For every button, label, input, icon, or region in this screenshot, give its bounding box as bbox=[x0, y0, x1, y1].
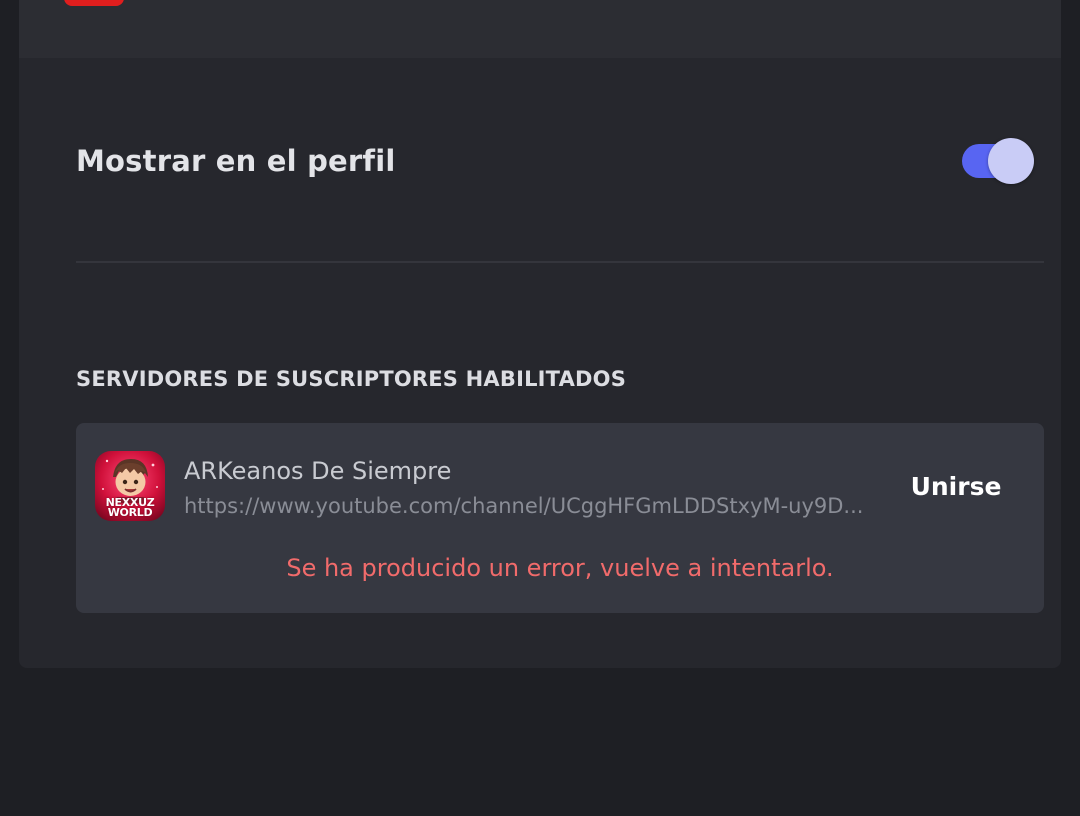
server-name: ARKeanos De Siempre bbox=[184, 457, 452, 485]
connection-header bbox=[19, 0, 1061, 58]
server-url: https://www.youtube.com/channel/UCggHFGm… bbox=[184, 494, 864, 518]
header-action-icon-shape bbox=[957, 0, 991, 4]
avatar-text-line2: WORLD bbox=[107, 506, 153, 519]
toggle-knob bbox=[988, 138, 1034, 184]
error-message: Se ha producido un error, vuelve a inten… bbox=[286, 554, 834, 582]
header-action-icon[interactable] bbox=[957, 0, 991, 4]
youtube-logo-icon bbox=[64, 0, 124, 6]
server-avatar: NEXXUZ WORLD bbox=[95, 451, 165, 521]
join-button[interactable]: Unirse bbox=[896, 463, 1016, 509]
subscriber-server-card: NEXXUZ WORLD ARKeanos De Siempre https:/… bbox=[76, 423, 1044, 613]
section-title: SERVIDORES DE SUSCRIPTORES HABILITADOS bbox=[76, 367, 627, 391]
page: Mostrar en el perfil SERVIDORES DE SUSCR… bbox=[0, 0, 1080, 816]
show-on-profile-row: Mostrar en el perfil bbox=[76, 128, 1044, 198]
show-on-profile-toggle[interactable] bbox=[962, 138, 1036, 184]
show-on-profile-label: Mostrar en el perfil bbox=[76, 144, 396, 178]
connection-card: Mostrar en el perfil SERVIDORES DE SUSCR… bbox=[19, 0, 1061, 668]
divider bbox=[76, 261, 1044, 263]
